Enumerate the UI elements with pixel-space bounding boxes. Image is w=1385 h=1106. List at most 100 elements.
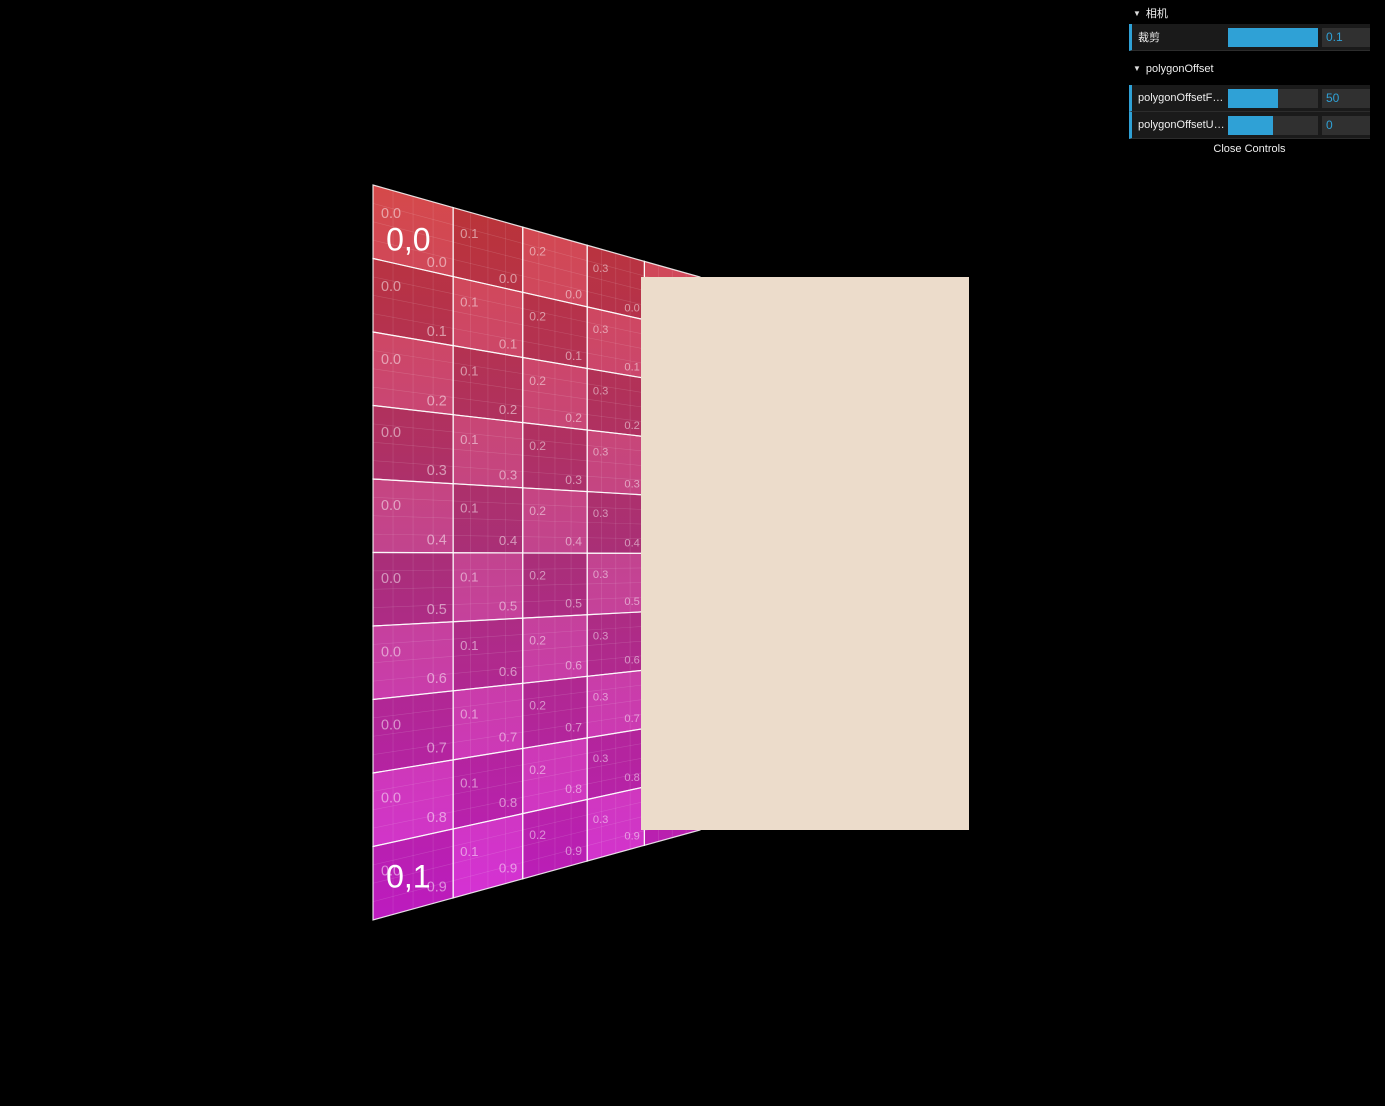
- texture-u-label: 0.1: [460, 775, 478, 790]
- texture-u-label: 0.3: [593, 753, 608, 765]
- texture-v-label: 0.1: [624, 361, 639, 373]
- texture-v-label: 0.0: [624, 303, 639, 315]
- texture-v-label: 0.7: [427, 741, 447, 757]
- texture-u-label: 0.2: [529, 828, 546, 842]
- texture-u-label: 0.2: [529, 504, 546, 518]
- folder-title-polygonoffset[interactable]: ▼ polygonOffset: [1129, 59, 1370, 79]
- texture-u-label: 0.2: [529, 374, 546, 388]
- texture-u-label: 0.0: [381, 352, 401, 368]
- texture-corner-label-bottom: 0,1: [386, 858, 430, 894]
- texture-u-label: 0.2: [529, 633, 546, 647]
- texture-u-label: 0.2: [529, 439, 546, 453]
- texture-v-label: 0.5: [624, 596, 639, 608]
- polygon-offset-factor-control: polygonOffsetF… 50: [1129, 85, 1370, 112]
- texture-u-label: 0.0: [381, 644, 401, 660]
- texture-v-label: 0.2: [565, 411, 582, 425]
- slider-fill: [1228, 88, 1278, 108]
- texture-u-label: 0.3: [593, 263, 608, 275]
- 3d-viewport[interactable]: 0.0 0.0 0.1 0.0 0.2 0.0 0.3 0.0 0.0 0.1 0.1 0.1 0.2 0…: [0, 0, 1385, 1106]
- texture-u-label: 0.1: [460, 569, 478, 584]
- texture-u-label: 0.2: [529, 698, 546, 712]
- clip-slider[interactable]: [1228, 27, 1318, 47]
- texture-v-label: 0.4: [499, 533, 517, 548]
- clip-control: 裁剪 0.1: [1129, 24, 1370, 51]
- texture-v-label: 0.6: [427, 671, 447, 687]
- slider-fill: [1228, 115, 1273, 135]
- texture-u-label: 0.1: [460, 501, 478, 516]
- clip-value-input[interactable]: 0.1: [1322, 27, 1370, 47]
- texture-v-label: 0.7: [624, 713, 639, 725]
- texture-u-label: 0.2: [529, 763, 546, 777]
- texture-v-label: 0.8: [624, 772, 639, 784]
- texture-u-label: 0.3: [593, 447, 608, 459]
- texture-v-label: 0.9: [565, 844, 582, 858]
- texture-u-label: 0.1: [460, 226, 478, 241]
- texture-u-label: 0.0: [381, 279, 401, 295]
- texture-v-label: 0.4: [565, 535, 582, 549]
- texture-u-label: 0.0: [381, 717, 401, 733]
- texture-u-label: 0.0: [381, 498, 401, 514]
- texture-v-label: 0.3: [565, 473, 582, 487]
- texture-v-label: 0.5: [565, 597, 582, 611]
- texture-v-label: 0.9: [624, 831, 639, 843]
- texture-u-label: 0.3: [593, 324, 608, 336]
- texture-corner-label-top: 0,0: [386, 222, 430, 258]
- texture-v-label: 0.4: [427, 532, 447, 548]
- texture-v-label: 0.1: [565, 349, 582, 363]
- texture-u-label: 0.2: [529, 569, 546, 583]
- texture-v-label: 0.6: [499, 664, 517, 679]
- texture-v-label: 0.8: [427, 810, 447, 826]
- control-label: polygonOffsetU…: [1138, 119, 1225, 131]
- controls-panel: ▼ 相机 裁剪 0.1 ▼ polygonOffset polygonOffse…: [1129, 4, 1370, 159]
- texture-u-label: 0.1: [460, 295, 478, 310]
- polygon-offset-units-slider[interactable]: [1228, 115, 1318, 135]
- texture-v-label: 0.2: [499, 402, 517, 417]
- texture-v-label: 0.6: [624, 655, 639, 667]
- texture-u-label: 0.3: [593, 508, 608, 520]
- texture-v-label: 0.3: [624, 479, 639, 491]
- texture-v-label: 0.3: [427, 463, 447, 479]
- texture-v-label: 0.5: [499, 599, 517, 614]
- texture-u-label: 0.1: [460, 638, 478, 653]
- slider-fill: [1228, 27, 1318, 47]
- texture-v-label: 0.0: [499, 271, 517, 286]
- texture-v-label: 0.8: [565, 782, 582, 796]
- folder-title-label: polygonOffset: [1145, 63, 1214, 75]
- texture-v-label: 0.8: [499, 795, 517, 810]
- texture-u-label: 0.0: [381, 206, 401, 222]
- texture-u-label: 0.2: [529, 245, 546, 259]
- triangle-down-icon: ▼: [1133, 9, 1141, 18]
- texture-v-label: 0.1: [427, 324, 447, 340]
- texture-u-label: 0.1: [460, 363, 478, 378]
- polygon-offset-units-control: polygonOffsetU… 0: [1129, 112, 1370, 139]
- texture-v-label: 0.0: [565, 287, 582, 301]
- texture-v-label: 0.7: [499, 730, 517, 745]
- control-label: 裁剪: [1138, 32, 1160, 44]
- occluding-plane: [641, 277, 969, 830]
- texture-u-label: 0.3: [593, 692, 608, 704]
- texture-u-label: 0.1: [460, 707, 478, 722]
- texture-v-label: 0.2: [427, 394, 447, 410]
- texture-u-label: 0.1: [460, 844, 478, 859]
- polygon-offset-factor-input[interactable]: 50: [1322, 88, 1370, 108]
- control-label: polygonOffsetF…: [1138, 92, 1224, 104]
- folder-title-camera[interactable]: ▼ 相机: [1129, 4, 1370, 24]
- texture-u-label: 0.3: [593, 385, 608, 397]
- texture-v-label: 0.3: [499, 468, 517, 483]
- texture-u-label: 0.1: [460, 432, 478, 447]
- texture-u-label: 0.0: [381, 425, 401, 441]
- texture-v-label: 0.5: [427, 602, 447, 618]
- folder-title-label: 相机: [1145, 8, 1168, 20]
- texture-u-label: 0.2: [529, 309, 546, 323]
- close-controls-button[interactable]: Close Controls: [1129, 139, 1370, 159]
- texture-u-label: 0.3: [593, 814, 608, 826]
- texture-v-label: 0.7: [565, 720, 582, 734]
- texture-v-label: 0.9: [499, 860, 517, 875]
- texture-u-label: 0.3: [593, 630, 608, 642]
- polygon-offset-factor-slider[interactable]: [1228, 88, 1318, 108]
- texture-u-label: 0.0: [381, 571, 401, 587]
- texture-u-label: 0.0: [381, 790, 401, 806]
- texture-v-label: 0.6: [565, 658, 582, 672]
- texture-v-label: 0.1: [499, 337, 517, 352]
- polygon-offset-units-input[interactable]: 0: [1322, 115, 1370, 135]
